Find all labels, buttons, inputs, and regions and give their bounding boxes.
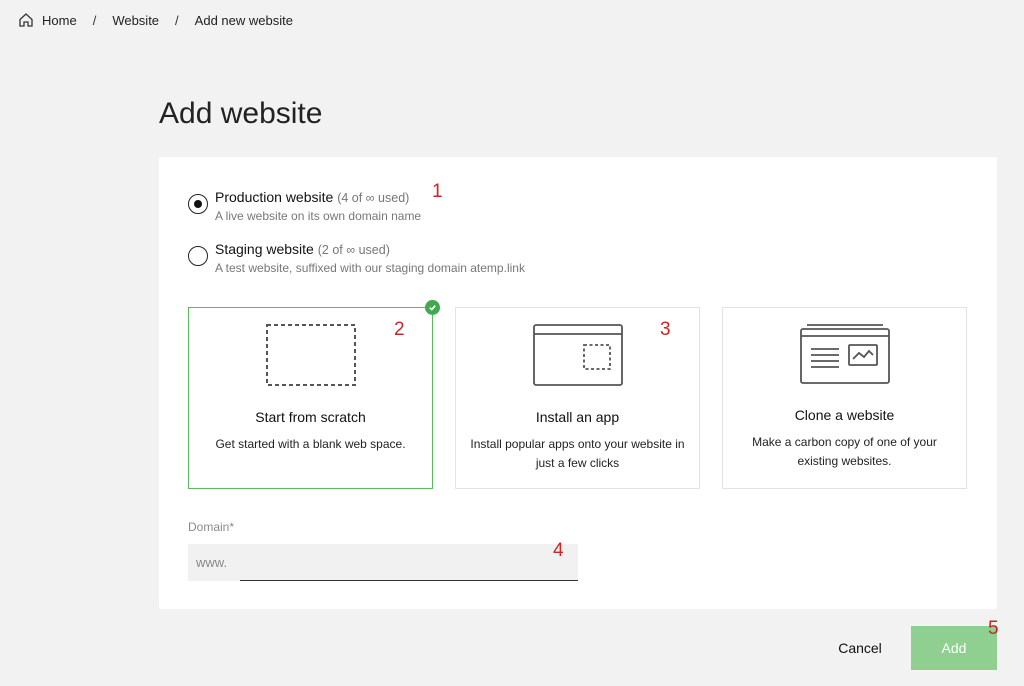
- breadcrumb-separator: /: [175, 12, 179, 28]
- annotation-marker-1: 1: [432, 181, 443, 202]
- domain-field: www.: [188, 544, 578, 581]
- breadcrumb-website[interactable]: Website: [112, 13, 159, 28]
- production-label: Production website: [215, 189, 334, 205]
- page-title: Add website: [159, 97, 323, 130]
- radio-option-staging[interactable]: Staging website (2 of ∞ used) A test web…: [188, 239, 525, 276]
- option-title: Clone a website: [794, 407, 895, 423]
- domain-input[interactable]: [240, 544, 578, 581]
- production-radio[interactable]: [188, 194, 208, 214]
- option-description: Make a carbon copy of one of your existi…: [752, 435, 937, 468]
- production-description: A live website on its own domain name: [215, 209, 422, 223]
- option-title: Install an app: [535, 409, 620, 425]
- radio-selected-dot: [194, 200, 202, 208]
- add-website-form: Production website (4 of ∞ used) A live …: [159, 157, 997, 609]
- cancel-button[interactable]: Cancel: [818, 626, 902, 670]
- staging-label: Staging website: [215, 241, 314, 257]
- staging-description: A test website, suffixed with our stagin…: [215, 261, 525, 275]
- option-description: Install popular apps onto your website i…: [470, 437, 685, 470]
- breadcrumb-current: Add new website: [194, 12, 293, 28]
- home-icon[interactable]: [18, 12, 34, 28]
- annotation-marker-3: 3: [660, 319, 671, 340]
- annotation-marker-5: 5: [988, 618, 999, 639]
- staging-usage: (2 of ∞ used): [317, 243, 390, 257]
- breadcrumb: Home / Website / Add new website: [18, 12, 293, 28]
- production-usage: (4 of ∞ used): [337, 191, 410, 205]
- radio-option-production[interactable]: Production website (4 of ∞ used) A live …: [188, 187, 421, 224]
- breadcrumb-separator: /: [92, 12, 97, 28]
- annotation-marker-2: 2: [394, 319, 405, 340]
- option-card-clone-website[interactable]: Clone a website Make a carbon copy of on…: [722, 307, 967, 489]
- option-description: Get started with a blank web space.: [215, 437, 406, 451]
- clone-window-icon: [723, 323, 966, 385]
- breadcrumb-home[interactable]: Home: [42, 13, 77, 28]
- domain-label: Domain*: [188, 520, 235, 534]
- option-title: Start from scratch: [255, 409, 366, 425]
- check-icon: [425, 300, 440, 315]
- staging-radio[interactable]: [188, 246, 208, 266]
- domain-prefix: www.: [196, 555, 228, 570]
- add-button[interactable]: Add: [911, 626, 997, 670]
- annotation-marker-4: 4: [553, 540, 564, 561]
